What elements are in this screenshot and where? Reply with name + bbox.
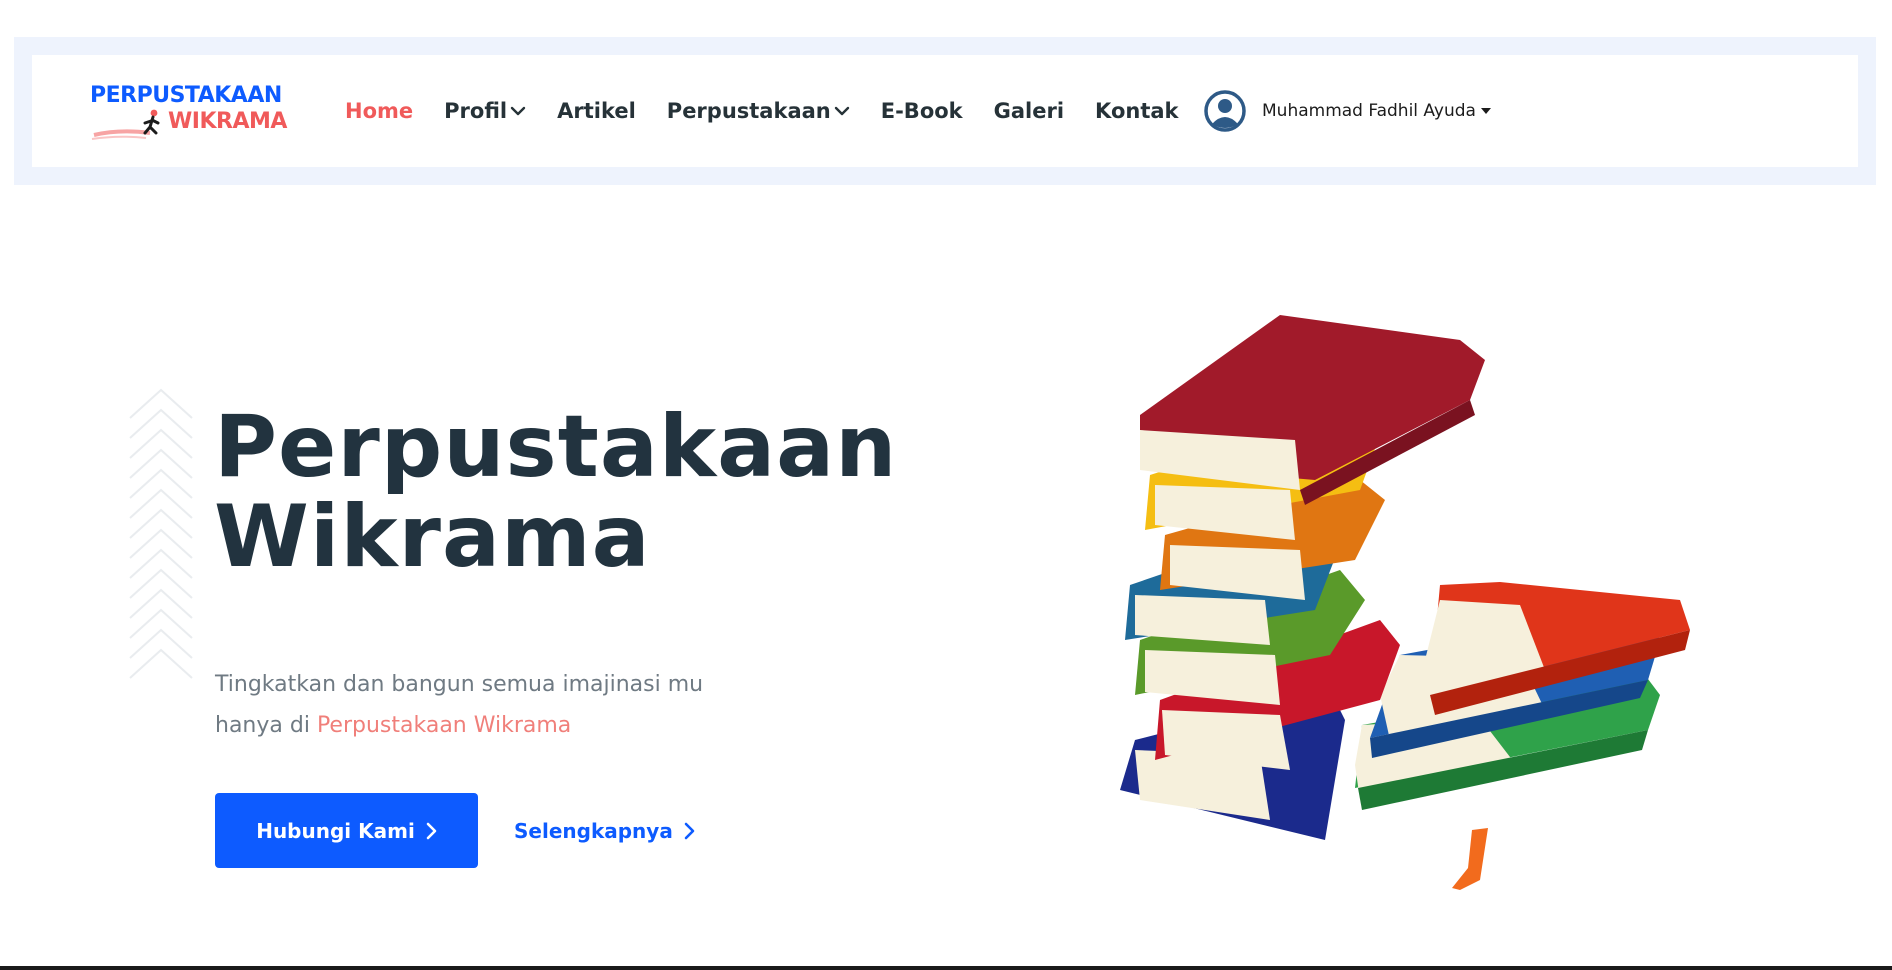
site-logo[interactable]: PERPUSTAKAAN WIKRAMA [90, 83, 300, 149]
nav-home-label: Home [345, 99, 414, 123]
nav-kontak[interactable]: Kontak [1095, 99, 1178, 123]
nav-home[interactable]: Home [345, 99, 413, 123]
main-nav: Home Profil Artikel Perpustakaan E-Book [345, 93, 1210, 129]
nav-artikel-label: Artikel [557, 99, 636, 123]
nav-ebook-label: E-Book [880, 99, 963, 123]
nav-ebook[interactable]: E-Book [881, 99, 963, 123]
nav-galeri[interactable]: Galeri [994, 99, 1064, 123]
right-stack [1355, 582, 1690, 890]
user-name: Muhammad Fadhil Ayuda [1262, 101, 1476, 121]
nav-perpustakaan-label: Perpustakaan [666, 99, 831, 123]
hero-description-highlight: Perpustakaan Wikrama [316, 713, 572, 738]
logo-text-bottom: WIKRAMA [168, 109, 287, 134]
hero-description: Tingkatkan dan bangun semua imajinasi mu… [215, 664, 775, 746]
user-menu[interactable]: Muhammad Fadhil Ayuda [1204, 89, 1491, 133]
nav-artikel[interactable]: Artikel [557, 99, 636, 123]
read-more-link-label: Selengkapnya [514, 818, 673, 843]
nav-kontak-label: Kontak [1095, 99, 1179, 123]
hero-title-line1: Perpustakaan [214, 397, 898, 497]
runner-logo-icon [91, 109, 160, 140]
user-circle-icon [1204, 90, 1246, 132]
nav-galeri-label: Galeri [993, 99, 1065, 123]
hero-title-line2: Wikrama [214, 487, 651, 587]
read-more-link[interactable]: Selengkapnya [514, 793, 695, 868]
page-bottom-border [0, 966, 1892, 970]
nav-profil-label: Profil [444, 99, 508, 123]
nav-profil[interactable]: Profil [444, 99, 526, 123]
chevron-right-icon [426, 822, 437, 839]
stacked-books-illustration [1120, 315, 1690, 890]
chevron-down-icon [834, 106, 849, 116]
contact-us-button[interactable]: Hubungi Kami [215, 793, 478, 868]
caret-down-icon [1480, 108, 1491, 114]
nav-perpustakaan[interactable]: Perpustakaan [667, 99, 850, 123]
contact-us-button-label: Hubungi Kami [256, 818, 415, 843]
navbar: PERPUSTAKAAN WIKRAMA Home Profil Artikel [32, 55, 1858, 167]
chevron-pattern-icon [129, 388, 193, 679]
hero-title: Perpustakaan Wikrama [214, 402, 954, 582]
chevron-down-icon [510, 106, 526, 116]
header-band: PERPUSTAKAAN WIKRAMA Home Profil Artikel [14, 37, 1876, 185]
chevron-right-icon [684, 822, 695, 839]
logo-text-top: PERPUSTAKAAN [90, 83, 282, 108]
